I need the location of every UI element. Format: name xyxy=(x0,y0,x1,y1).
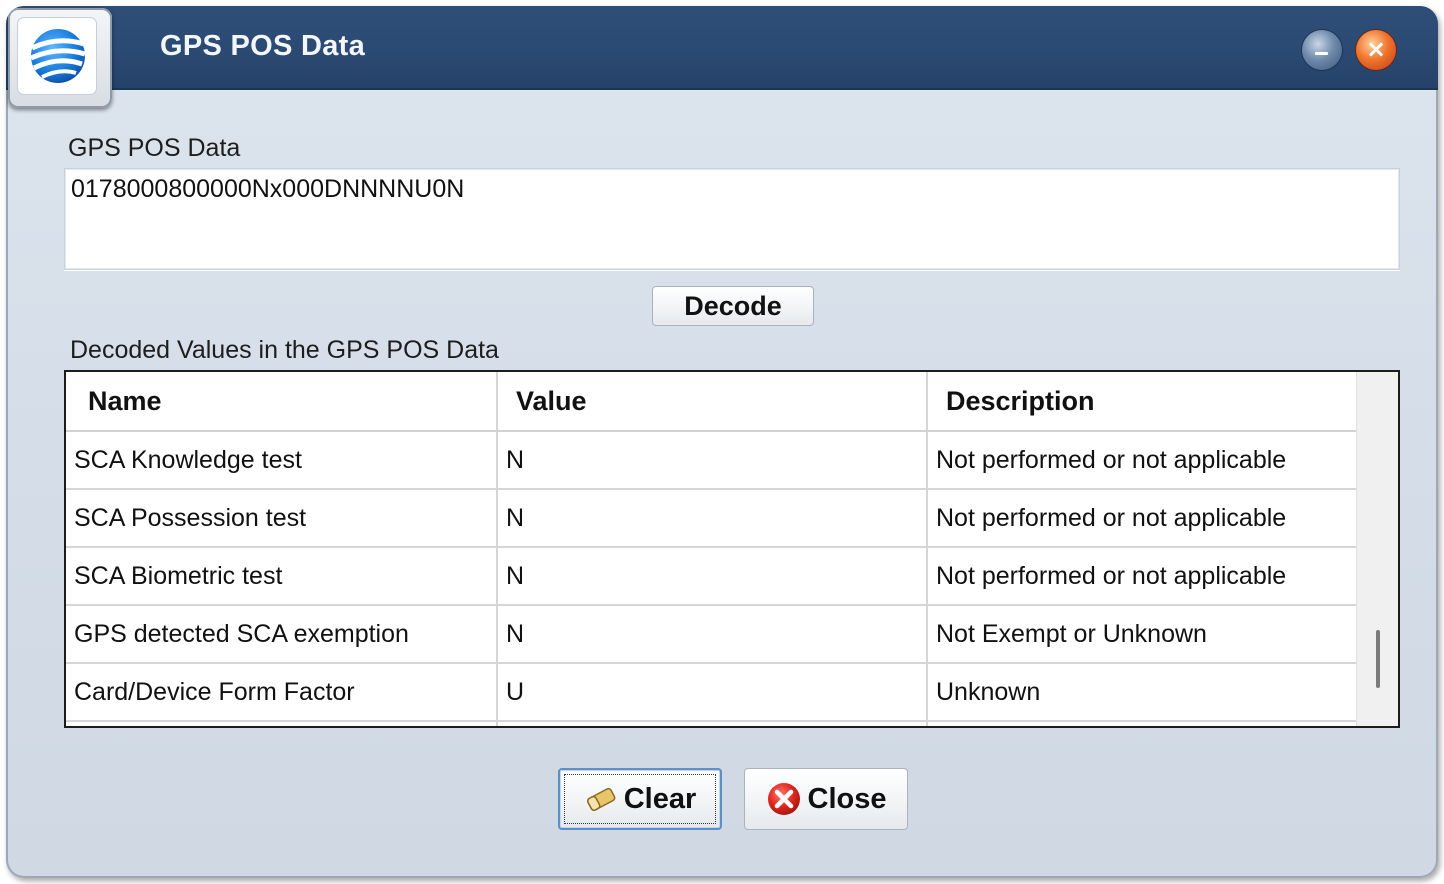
app-logo-inner xyxy=(18,18,96,94)
row-description-cell: Not Exempt or Unknown xyxy=(936,620,1207,648)
row-name-cell: Card/Device Form Factor xyxy=(74,678,355,706)
column-header-value[interactable]: Value xyxy=(516,372,587,430)
table-row[interactable]: GPS detected SCA exemption N Not Exempt … xyxy=(66,606,1356,664)
minimize-button[interactable] xyxy=(1302,30,1342,70)
table-row[interactable]: SCA Biometric test N Not performed or no… xyxy=(66,548,1356,606)
title-bar[interactable]: GPS POS Data × xyxy=(6,6,1438,90)
row-value-cell: N xyxy=(506,562,525,590)
row-description-cell: Not performed or not applicable xyxy=(936,504,1287,532)
window-close-button[interactable]: × xyxy=(1356,30,1396,70)
row-value-cell: U xyxy=(506,678,525,706)
row-name-cell: SCA Knowledge test xyxy=(74,446,302,474)
column-header-name[interactable]: Name xyxy=(88,372,162,430)
column-divider[interactable] xyxy=(926,372,928,726)
decode-button[interactable]: Decode xyxy=(652,286,814,326)
row-value-cell: N xyxy=(506,620,525,648)
row-name-cell: SCA Biometric test xyxy=(74,562,283,590)
column-header-description[interactable]: Description xyxy=(946,372,1095,430)
clear-button-label: Clear xyxy=(623,782,697,815)
pos-data-input[interactable]: 0178000800000Nx000DNNNNU0N xyxy=(64,168,1400,270)
row-name-cell: GPS detected SCA exemption xyxy=(74,620,409,648)
row-value-cell: N xyxy=(506,446,525,474)
table-row[interactable]: SCA Knowledge test N Not performed or no… xyxy=(66,432,1356,490)
column-divider[interactable] xyxy=(496,372,498,726)
app-logo xyxy=(8,8,112,108)
table-row[interactable]: SCA Possession test N Not performed or n… xyxy=(66,490,1356,548)
close-button-label: Close xyxy=(807,782,887,815)
row-name-cell: SCA Possession test xyxy=(74,504,307,532)
decoded-values-grid[interactable]: Name Value Description SCA Knowledge tes… xyxy=(64,370,1400,728)
row-description-cell: Not performed or not applicable xyxy=(936,562,1287,590)
row-description-cell: Not performed or not applicable xyxy=(936,446,1287,474)
globe-logo-icon xyxy=(29,29,86,83)
red-x-circle-icon xyxy=(767,783,800,815)
row-value-cell: N xyxy=(506,504,525,532)
row-description-cell: Unknown xyxy=(936,678,1041,706)
grid-header: Name Value Description xyxy=(66,372,1356,432)
vertical-scrollbar[interactable] xyxy=(1356,372,1398,726)
window-title: GPS POS Data xyxy=(160,30,366,62)
gps-pos-data-window: GPS POS Data × GPS POS Data 017800080000… xyxy=(6,6,1438,878)
scrollbar-thumb[interactable] xyxy=(1376,630,1380,688)
table-row[interactable]: Card/Device Form Factor U Unknown xyxy=(66,664,1356,722)
clear-button[interactable]: Clear xyxy=(558,768,722,830)
close-button[interactable]: Close xyxy=(744,768,908,830)
eraser-icon xyxy=(586,787,616,811)
pos-data-label: GPS POS Data xyxy=(68,134,241,162)
decoded-values-label: Decoded Values in the GPS POS Data xyxy=(70,336,499,364)
close-icon: × xyxy=(1365,35,1387,63)
